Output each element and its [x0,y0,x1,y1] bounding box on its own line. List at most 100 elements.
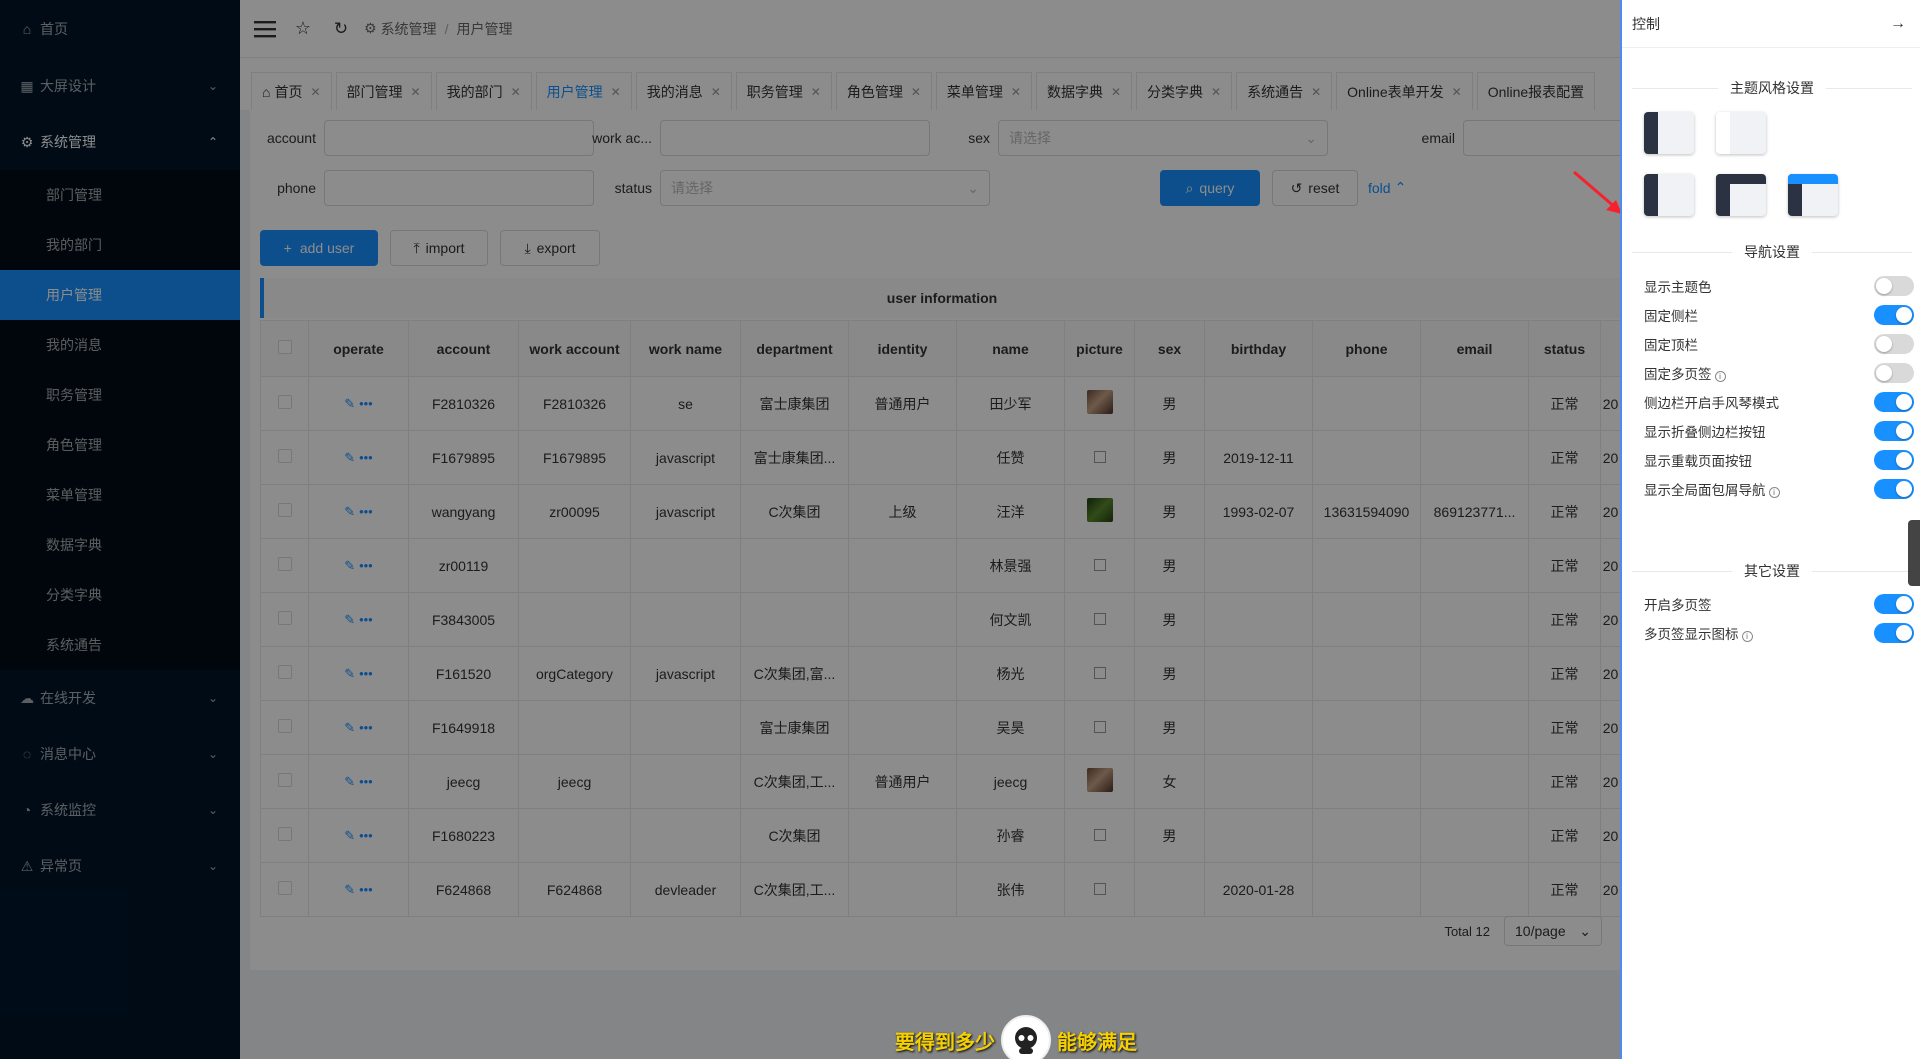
toggle-switch[interactable] [1874,363,1914,383]
reset-button[interactable]: ↺ reset [1272,170,1358,206]
toggle-switch[interactable] [1874,392,1914,412]
image-placeholder-icon[interactable] [1093,558,1106,571]
sidebar-subitem[interactable]: 我的消息 [0,320,240,370]
tab[interactable]: 职务管理 ✕ [735,72,832,110]
more-icon[interactable]: ••• [359,666,373,681]
query-button[interactable]: ⌕ query [1160,170,1260,206]
more-icon[interactable]: ••• [359,612,373,627]
row-checkbox[interactable] [277,719,292,733]
sidebar-item-system[interactable]: ⚙ 系统管理 ⌃ [0,114,240,170]
row-checkbox[interactable] [277,665,292,679]
edit-icon[interactable]: ✎ [344,396,355,411]
close-icon[interactable]: ✕ [1111,85,1121,99]
tab[interactable]: 我的部门 ✕ [435,72,532,110]
edit-icon[interactable]: ✎ [344,882,355,897]
phone-input[interactable] [324,170,594,206]
sex-select[interactable]: 请选择 ⌄ [998,120,1328,156]
toggle-switch[interactable] [1874,305,1914,325]
edit-icon[interactable]: ✎ [344,666,355,681]
toggle-switch[interactable] [1874,276,1914,296]
sidebar-subitem[interactable]: 用户管理 [0,270,240,320]
sidebar-item-online[interactable]: ☁ 在线开发 ⌄ [0,670,240,726]
close-icon[interactable]: ✕ [711,85,721,99]
table-row[interactable]: ✎ ••• F2810326 F2810326 se 富士康集团 普通用户 田少军男正常 20 [260,376,1620,431]
edit-icon[interactable]: ✎ [344,828,355,843]
more-icon[interactable]: ••• [359,828,373,843]
close-icon[interactable]: ✕ [811,85,821,99]
theme-blue-top[interactable] [1788,174,1838,216]
sidebar-subitem[interactable]: 菜单管理 [0,470,240,520]
sidebar-subitem[interactable]: 分类字典 [0,570,240,620]
sidebar-subitem[interactable]: 部门管理 [0,170,240,220]
theme-top-sidebar[interactable] [1716,174,1766,216]
avatar[interactable] [1086,498,1113,522]
tab[interactable]: 部门管理 ✕ [335,72,432,110]
tab[interactable]: 我的消息 ✕ [635,72,732,110]
toggle-switch[interactable] [1874,450,1914,470]
toggle-switch[interactable] [1874,594,1914,614]
more-icon[interactable]: ••• [359,720,373,735]
menu-fold-icon[interactable] [250,14,280,44]
status-select[interactable]: 请选择 ⌄ [660,170,990,206]
edit-icon[interactable]: ✎ [344,504,355,519]
email-input[interactable] [1463,120,1620,156]
close-icon[interactable]: ✕ [511,85,521,99]
sidebar-subitem[interactable]: 角色管理 [0,420,240,470]
sidebar-item-bigscreen[interactable]: ▦ 大屏设计 ⌄ [0,58,240,114]
row-checkbox[interactable] [277,503,292,517]
sidebar-item-error[interactable]: ⚠ 异常页 ⌄ [0,838,240,894]
account-input[interactable] [324,120,594,156]
close-icon[interactable]: ✕ [611,85,621,99]
avatar[interactable] [1086,390,1113,414]
breadcrumb-root[interactable]: 系统管理 [381,19,437,39]
table-row[interactable]: ✎ ••• F1680223 C次集团 孙睿男正常 20 [260,808,1620,863]
more-icon[interactable]: ••• [359,396,373,411]
image-placeholder-icon[interactable] [1093,882,1106,895]
table-row[interactable]: ✎ ••• wangyang zr00095 javascript C次集团 上级 汪洋男 1… [260,484,1620,539]
table-row[interactable]: ✎ ••• F1679895 F1679895 javascript 富士康集团... 任… [260,430,1620,485]
toggle-switch[interactable] [1874,623,1914,643]
row-checkbox[interactable] [277,827,292,841]
close-icon[interactable]: ✕ [1211,85,1221,99]
tab[interactable]: 系统通告 ✕ [1236,72,1333,110]
sidebar-item-home[interactable]: ⌂ 首页 [0,0,240,58]
tab[interactable]: Online表单开发 ✕ [1336,72,1473,110]
drawer-handle[interactable] [1908,520,1920,586]
edit-icon[interactable]: ✎ [344,720,355,735]
sidebar-subitem[interactable]: 系统通告 [0,620,240,670]
table-row[interactable]: ✎ ••• jeecg jeecg C次集团,工... 普通用户 jeecg 女正常 20 [260,754,1620,809]
export-button[interactable]: ⤓ export [500,230,600,266]
arrow-right-icon[interactable]: → [1890,15,1906,33]
image-placeholder-icon[interactable] [1093,828,1106,841]
row-checkbox[interactable] [277,773,292,787]
table-row[interactable]: ✎ ••• zr00119 林景强男正常 20 [260,538,1620,593]
row-checkbox[interactable] [277,611,292,625]
theme-mix-sidebar[interactable] [1644,174,1694,216]
work-account-input[interactable] [660,120,930,156]
table-row[interactable]: ✎ ••• F1649918 富士康集团 吴昊男正常 20 [260,700,1620,755]
more-icon[interactable]: ••• [359,882,373,897]
close-icon[interactable]: ✕ [911,85,921,99]
reload-icon[interactable]: ↻ [326,14,356,44]
more-icon[interactable]: ••• [359,558,373,573]
close-icon[interactable]: ✕ [1452,85,1462,99]
avatar[interactable] [1086,768,1113,792]
edit-icon[interactable]: ✎ [344,774,355,789]
image-placeholder-icon[interactable] [1093,720,1106,733]
tab[interactable]: 角色管理 ✕ [835,72,932,110]
add-user-button[interactable]: + add user [260,230,378,266]
more-icon[interactable]: ••• [359,504,373,519]
sidebar-item-monitor[interactable]: ◔ 系统监控 ⌄ [0,782,240,838]
tab[interactable]: 数据字典 ✕ [1035,72,1133,110]
tab[interactable]: Online报表配置 [1476,72,1596,110]
row-checkbox[interactable] [277,881,292,895]
fold-link[interactable]: fold ⌃ [1368,179,1406,196]
theme-light[interactable] [1716,112,1766,154]
close-icon[interactable]: ✕ [411,85,421,99]
row-checkbox[interactable] [277,449,292,463]
tab[interactable]: 菜单管理 ✕ [935,72,1032,110]
star-icon[interactable]: ☆ [288,14,318,44]
table-row[interactable]: ✎ ••• F3843005 何文凯男正常 20 [260,592,1620,647]
sidebar-subitem[interactable]: 我的部门 [0,220,240,270]
sidebar-subitem[interactable]: 职务管理 [0,370,240,420]
